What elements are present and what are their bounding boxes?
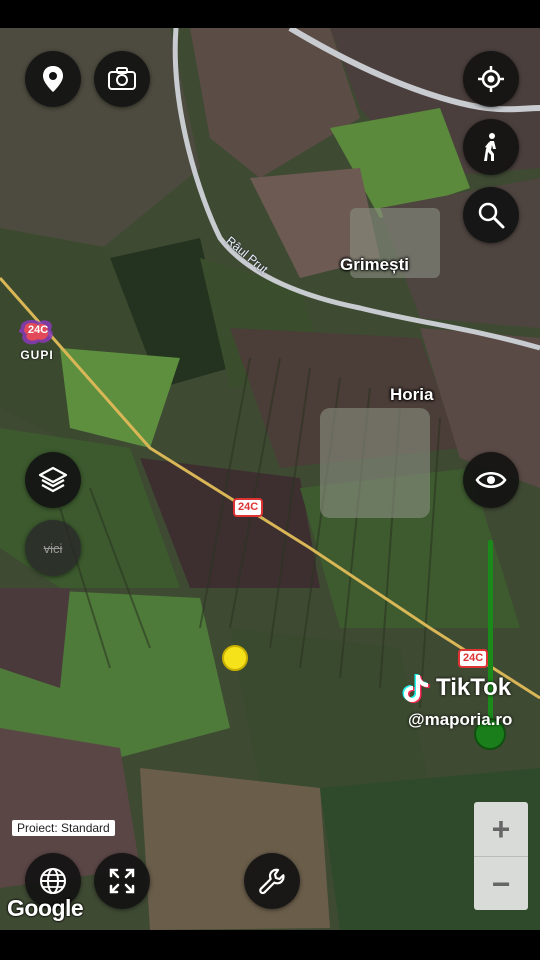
fullscreen-icon xyxy=(109,868,135,894)
google-logo: Google xyxy=(7,895,84,921)
location-pin-button[interactable] xyxy=(25,51,81,107)
search-icon xyxy=(478,202,505,229)
road-shield: 24C xyxy=(458,649,489,668)
satellite-map[interactable]: Grimești Horia Râul Prut 24C 24C xyxy=(0,28,540,930)
tiktok-brand: TikTok xyxy=(436,674,512,701)
gupi-label: GUPI xyxy=(20,348,54,362)
camera-button[interactable] xyxy=(94,51,150,107)
visibility-button[interactable] xyxy=(463,452,519,508)
road-shield: 24C xyxy=(233,498,264,517)
gupi-logo-text: 24C xyxy=(28,324,49,336)
place-label-horia: Horia xyxy=(390,385,434,404)
tiktok-watermark: TikTok @maporia.ro xyxy=(402,672,512,730)
search-button[interactable] xyxy=(463,187,519,243)
wrench-icon xyxy=(259,868,285,895)
tools-button[interactable] xyxy=(244,853,300,909)
zoom-control: + − xyxy=(474,802,528,910)
project-label: Proiect: Standard xyxy=(12,820,115,836)
layers-icon xyxy=(38,466,68,493)
globe-icon xyxy=(40,868,66,894)
my-location-icon xyxy=(478,66,504,92)
place-label-grimesti: Grimești xyxy=(340,255,409,274)
satellite-imagery xyxy=(0,28,540,930)
zoom-in-button[interactable]: + xyxy=(474,802,528,856)
vici-button-label: vici xyxy=(43,540,63,556)
gupi-logo: 24C GUPI xyxy=(14,318,60,362)
eye-icon xyxy=(475,472,507,488)
my-location-button[interactable] xyxy=(463,51,519,107)
tiktok-logo-icon xyxy=(402,674,430,703)
zoom-out-button[interactable]: − xyxy=(474,857,528,911)
top-black-bar xyxy=(0,0,540,28)
pedestrian-button[interactable] xyxy=(463,119,519,175)
gupi-map-icon: 24C xyxy=(17,318,57,348)
fullscreen-button[interactable] xyxy=(94,853,150,909)
location-pin-icon xyxy=(43,66,63,92)
position-marker[interactable] xyxy=(222,645,248,671)
pedestrian-icon xyxy=(484,133,496,161)
bottom-black-bar xyxy=(0,930,540,960)
vici-button[interactable]: vici xyxy=(25,520,81,576)
camera-icon xyxy=(108,67,136,90)
layers-button[interactable] xyxy=(25,452,81,508)
tiktok-handle: @maporia.ro xyxy=(408,710,513,729)
